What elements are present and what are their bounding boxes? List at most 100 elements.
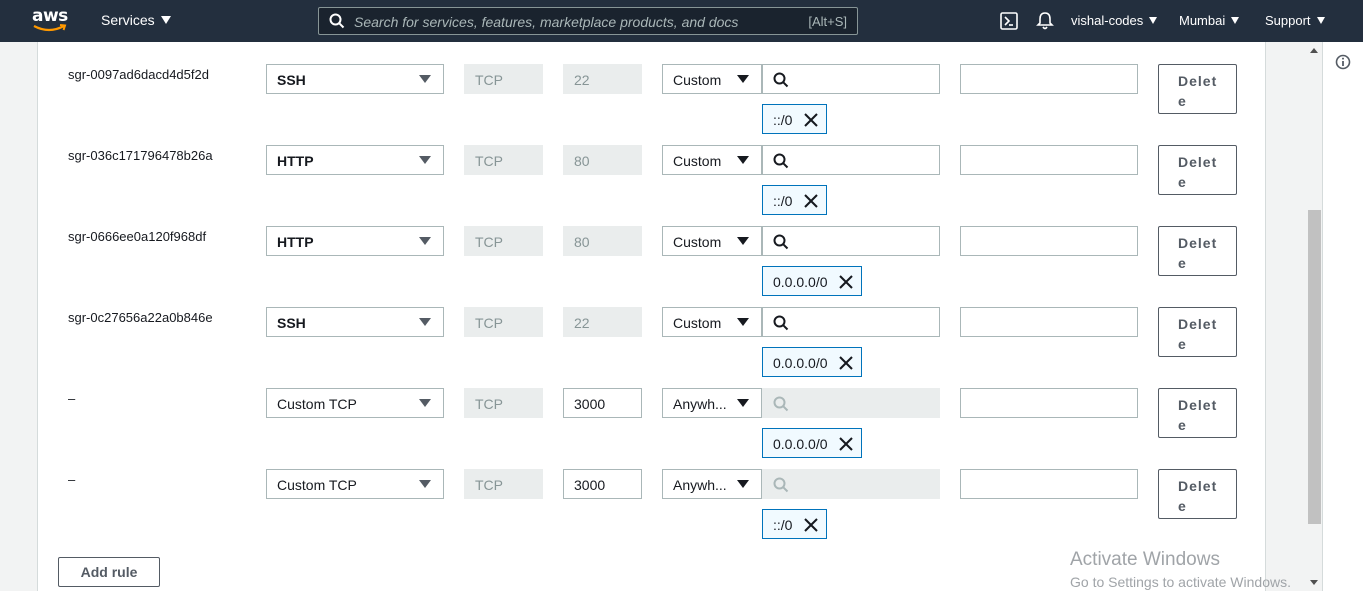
- source-type-select[interactable]: Custom: [662, 307, 762, 337]
- source-cidr-search-input[interactable]: [762, 226, 940, 256]
- source-type-value: Custom: [673, 153, 722, 169]
- activate-windows-watermark: Activate Windows Go to Settings to activ…: [1070, 549, 1291, 590]
- source-type-select[interactable]: Custom: [662, 145, 762, 175]
- cidr-value: ::/0: [773, 112, 793, 128]
- remove-token-icon[interactable]: [839, 356, 853, 370]
- add-rule-button[interactable]: Add rule: [58, 557, 160, 587]
- rule-description-input[interactable]: [960, 64, 1138, 94]
- rule-type-value: HTTP: [277, 234, 314, 250]
- caret-down-icon: [419, 480, 431, 488]
- caret-down-icon: [419, 156, 431, 164]
- protocol-field: TCP: [464, 388, 543, 418]
- scroll-down-arrow-icon[interactable]: [1310, 580, 1318, 585]
- rule-type-select[interactable]: SSH: [266, 64, 444, 94]
- rule-description-input[interactable]: [960, 388, 1138, 418]
- caret-down-icon: [737, 399, 749, 407]
- rule-row: sgr-0097ad6dacd4d5f2d SSH TCP 22 Custom Delet…: [38, 50, 1267, 134]
- search-icon: [773, 72, 789, 88]
- cidr-value: ::/0: [773, 517, 793, 533]
- smile-arrow-icon: [33, 24, 67, 32]
- cidr-token: 0.0.0.0/0: [762, 428, 862, 458]
- rule-description-input[interactable]: [960, 469, 1138, 499]
- source-type-select[interactable]: Custom: [662, 64, 762, 94]
- cidr-value: 0.0.0.0/0: [773, 274, 828, 290]
- port-range-field: 22: [563, 64, 642, 94]
- caret-down-icon: [737, 156, 749, 164]
- rule-description-input[interactable]: [960, 145, 1138, 175]
- remove-token-icon[interactable]: [839, 437, 853, 451]
- search-icon: [329, 13, 345, 29]
- scroll-thumb[interactable]: [1308, 210, 1321, 524]
- port-range-input[interactable]: 3000: [563, 388, 642, 418]
- security-group-rule-id: sgr-036c171796478b26a: [68, 148, 213, 163]
- bell-icon[interactable]: [1036, 11, 1054, 31]
- source-cidr-search-input: [762, 388, 940, 418]
- info-icon[interactable]: [1335, 54, 1351, 70]
- global-search-input[interactable]: Search for services, features, marketpla…: [318, 7, 858, 35]
- source-type-value: Custom: [673, 315, 722, 331]
- rule-type-select[interactable]: Custom TCP: [266, 388, 444, 418]
- rule-type-value: HTTP: [277, 153, 314, 169]
- caret-down-icon: [737, 75, 749, 83]
- remove-token-icon[interactable]: [839, 275, 853, 289]
- remove-token-icon[interactable]: [804, 518, 818, 532]
- services-menu[interactable]: Services: [101, 12, 171, 28]
- rule-type-select[interactable]: Custom TCP: [266, 469, 444, 499]
- security-group-rule-id: sgr-0c27656a22a0b846e: [68, 310, 213, 325]
- rule-type-select[interactable]: HTTP: [266, 226, 444, 256]
- delete-rule-button[interactable]: Delete: [1158, 469, 1237, 519]
- protocol-field: TCP: [464, 64, 543, 94]
- aws-logo[interactable]: aws: [32, 6, 68, 34]
- rule-description-input[interactable]: [960, 307, 1138, 337]
- source-type-select[interactable]: Custom: [662, 226, 762, 256]
- source-type-select[interactable]: Anywh...: [662, 469, 762, 499]
- search-icon: [773, 315, 789, 331]
- cloudshell-icon[interactable]: [1000, 12, 1018, 30]
- rule-row: – Custom TCP TCP 3000 Anywh... Delete::/0: [38, 455, 1267, 539]
- delete-rule-button[interactable]: Delete: [1158, 64, 1237, 114]
- security-group-rule-id: –: [68, 391, 76, 406]
- cidr-token: 0.0.0.0/0: [762, 347, 862, 377]
- source-cidr-search-input: [762, 469, 940, 499]
- search-shortcut: [Alt+S]: [808, 14, 847, 29]
- cidr-token: 0.0.0.0/0: [762, 266, 862, 296]
- caret-down-icon: [419, 75, 431, 83]
- port-range-input[interactable]: 3000: [563, 469, 642, 499]
- caret-down-icon: [419, 399, 431, 407]
- remove-token-icon[interactable]: [804, 113, 818, 127]
- scroll-up-arrow-icon[interactable]: [1310, 48, 1318, 53]
- search-icon: [773, 477, 789, 493]
- search-icon: [773, 396, 789, 412]
- delete-rule-button[interactable]: Delete: [1158, 145, 1237, 195]
- caret-down-icon: [1316, 17, 1325, 24]
- cidr-value: ::/0: [773, 193, 793, 209]
- protocol-field: TCP: [464, 226, 543, 256]
- port-range-field: 80: [563, 226, 642, 256]
- protocol-field: TCP: [464, 145, 543, 175]
- cidr-value: 0.0.0.0/0: [773, 436, 828, 452]
- page-scrollbar[interactable]: [1303, 42, 1321, 591]
- source-cidr-search-input[interactable]: [762, 145, 940, 175]
- caret-down-icon: [419, 237, 431, 245]
- cidr-token: ::/0: [762, 185, 827, 215]
- source-type-select[interactable]: Anywh...: [662, 388, 762, 418]
- security-group-rule-id: –: [68, 472, 76, 487]
- delete-rule-button[interactable]: Delete: [1158, 307, 1237, 357]
- remove-token-icon[interactable]: [804, 194, 818, 208]
- rule-description-input[interactable]: [960, 226, 1138, 256]
- rule-type-select[interactable]: SSH: [266, 307, 444, 337]
- source-cidr-search-input[interactable]: [762, 307, 940, 337]
- support-menu[interactable]: Support: [1265, 13, 1325, 28]
- rule-type-select[interactable]: HTTP: [266, 145, 444, 175]
- help-panel-rail: [1322, 42, 1363, 591]
- caret-down-icon: [1149, 17, 1158, 24]
- protocol-field: TCP: [464, 469, 543, 499]
- source-cidr-search-input[interactable]: [762, 64, 940, 94]
- delete-rule-button[interactable]: Delete: [1158, 388, 1237, 438]
- region-menu[interactable]: Mumbai: [1179, 13, 1240, 28]
- inbound-rules-panel: sgr-0097ad6dacd4d5f2d SSH TCP 22 Custom Delet…: [37, 42, 1266, 591]
- rule-row: sgr-0666ee0a120f968df HTTP TCP 80 Custom Dele…: [38, 212, 1267, 296]
- account-menu[interactable]: vishal-codes: [1071, 13, 1158, 28]
- source-type-value: Anywh...: [673, 477, 727, 493]
- delete-rule-button[interactable]: Delete: [1158, 226, 1237, 276]
